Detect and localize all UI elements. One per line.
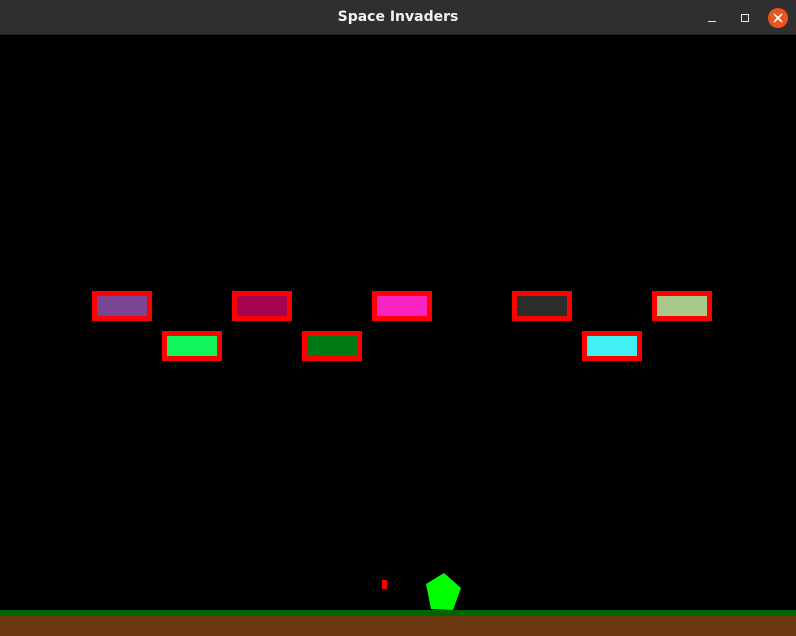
- game-window: Space Invaders: [0, 0, 796, 636]
- invader: [512, 291, 572, 321]
- player-ship: [426, 573, 461, 610]
- invader: [652, 291, 712, 321]
- window-title: Space Invaders: [337, 9, 459, 25]
- invader: [92, 291, 152, 321]
- maximize-button[interactable]: [735, 8, 755, 28]
- invader: [582, 331, 642, 361]
- player-ship-shape: [426, 573, 461, 610]
- invader: [162, 331, 222, 361]
- invader: [372, 291, 432, 321]
- close-button[interactable]: [768, 8, 788, 28]
- ground-dirt: [0, 616, 796, 636]
- close-icon: [773, 13, 783, 23]
- playfield[interactable]: [0, 35, 796, 636]
- minimize-button[interactable]: [702, 8, 722, 28]
- maximize-icon: [741, 14, 749, 22]
- invader: [232, 291, 292, 321]
- minimize-icon: [708, 21, 716, 22]
- invader: [302, 331, 362, 361]
- bullet: [382, 580, 387, 589]
- title-bar[interactable]: Space Invaders: [0, 0, 796, 35]
